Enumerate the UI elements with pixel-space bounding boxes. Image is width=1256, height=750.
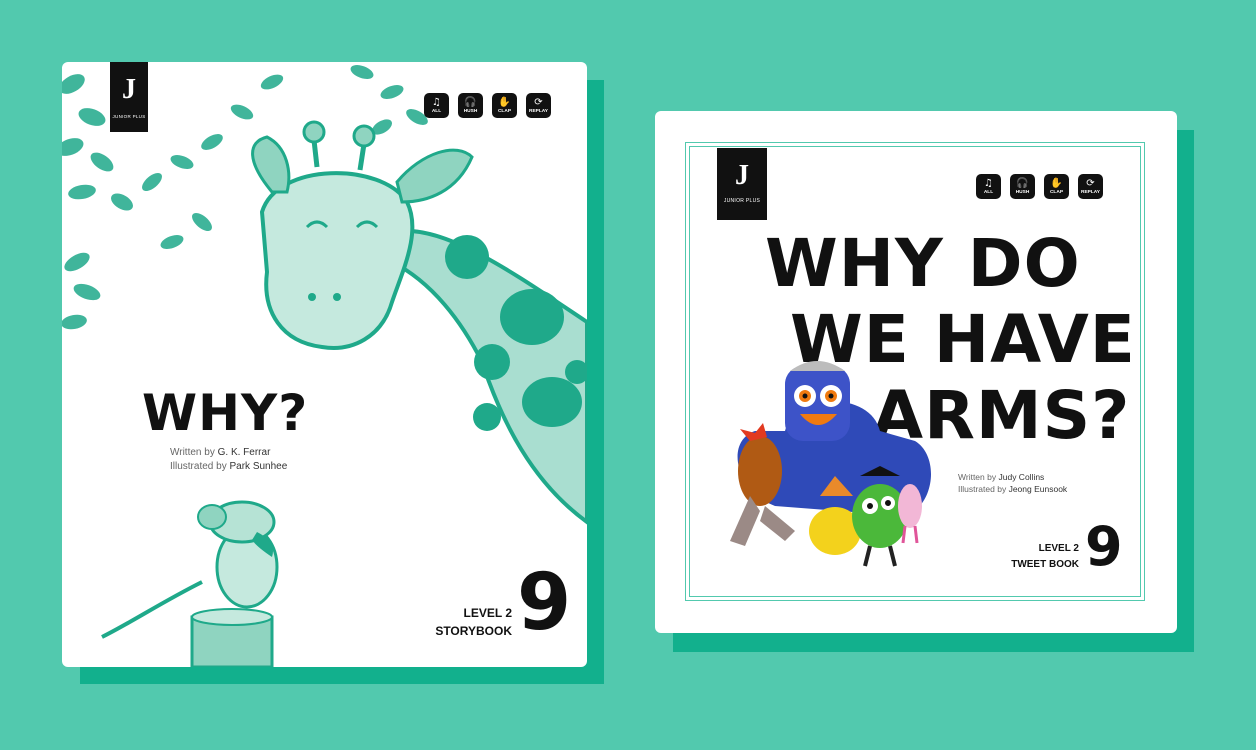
- clap-button[interactable]: ✋ CLAP: [492, 93, 517, 118]
- level-info: LEVEL 2 STORYBOOK: [402, 604, 512, 640]
- book-credits: Written by Judy Collins Illustrated by J…: [958, 471, 1067, 495]
- replay-icon: ⟳: [534, 96, 543, 108]
- written-prefix: Written by: [170, 447, 215, 458]
- author-name: G. K. Ferrar: [217, 447, 271, 458]
- book-credits: Written by G. K. Ferrar Illustrated by P…: [170, 446, 287, 474]
- illustrator-name: Park Sunhee: [229, 461, 288, 472]
- storybook-cover-card[interactable]: J JUNIOR PLUS ♫ ALL 🎧 HUSH ✋ CLAP ⟳ REPL…: [62, 62, 587, 667]
- audio-controls: ♫ ALL 🎧 HUSH ✋ CLAP ⟳ REPLAY: [424, 93, 551, 118]
- level-label: LEVEL 2: [1038, 543, 1079, 554]
- logo-label: JUNIOR PLUS: [112, 114, 146, 119]
- music-note-icon: ♫: [432, 96, 441, 108]
- illustrated-prefix: Illustrated by: [170, 461, 227, 472]
- hush-button[interactable]: 🎧 HUSH: [458, 93, 483, 118]
- written-prefix: Written by: [958, 472, 997, 482]
- logo-mark: J: [122, 74, 136, 105]
- clap-label: CLAP: [497, 108, 512, 114]
- level-info: LEVEL 2 TWEET BOOK: [955, 541, 1079, 573]
- clap-hand-icon: ✋: [498, 96, 511, 108]
- book-number: 9: [517, 558, 572, 648]
- level-label: LEVEL 2: [463, 606, 512, 620]
- book-title: WHY?: [142, 384, 309, 442]
- hush-label: HUSH: [463, 108, 478, 114]
- giraffe-mouse-illustration: [62, 65, 587, 667]
- illustrator-name: Jeong Eunsook: [1008, 484, 1068, 494]
- illustrated-prefix: Illustrated by: [958, 484, 1007, 494]
- series-label: TWEET BOOK: [1011, 559, 1079, 570]
- all-button[interactable]: ♫ ALL: [424, 93, 449, 118]
- junior-plus-logo: J JUNIOR PLUS: [110, 62, 148, 132]
- book-number: 9: [1085, 515, 1123, 578]
- replay-button[interactable]: ⟳ REPLAY: [526, 93, 551, 118]
- author-name: Judy Collins: [998, 472, 1045, 482]
- headphones-icon: 🎧: [464, 96, 477, 108]
- series-label: STORYBOOK: [435, 624, 512, 638]
- all-label: ALL: [431, 108, 442, 114]
- replay-label: REPLAY: [528, 108, 549, 114]
- tweetbook-cover-card[interactable]: J JUNIOR PLUS ♫ ALL 🎧 HUSH ✋ CLAP ⟳ REPL…: [655, 111, 1177, 633]
